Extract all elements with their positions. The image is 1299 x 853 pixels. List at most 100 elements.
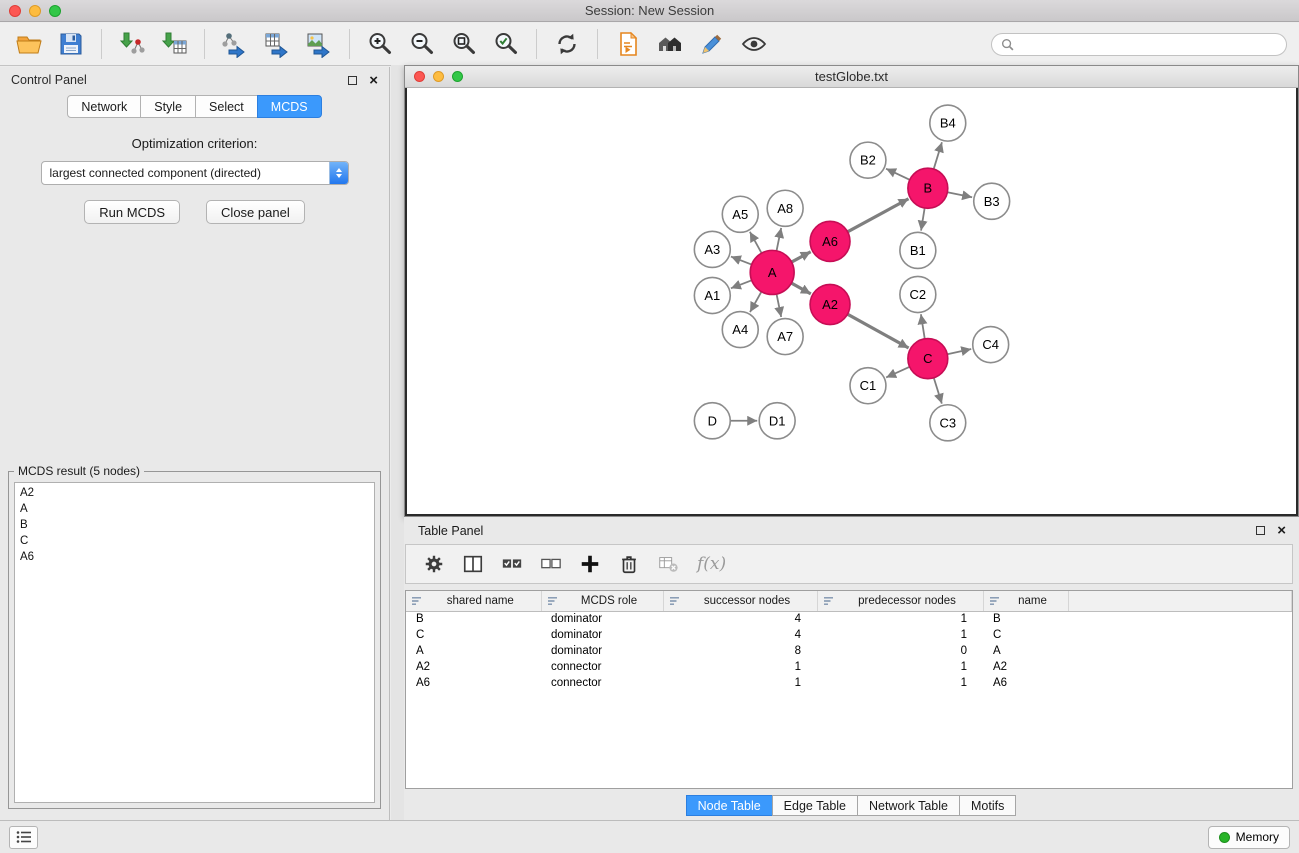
node-B1[interactable]: B1 (900, 232, 936, 268)
node-B4[interactable]: B4 (930, 105, 966, 141)
edge-C-C4[interactable] (947, 349, 971, 354)
edge-B-B2[interactable] (886, 169, 910, 180)
zoom-out-button[interactable] (403, 26, 441, 62)
edge-A6-B[interactable] (848, 199, 909, 232)
edge-A-A7[interactable] (777, 294, 782, 317)
network-window-titlebar[interactable]: testGlobe.txt (405, 66, 1298, 88)
table-cell[interactable]: connector (541, 659, 663, 675)
delete-column-button[interactable] (613, 548, 645, 580)
node-B2[interactable]: B2 (850, 142, 886, 178)
close-table-panel-icon[interactable]: × (1277, 523, 1286, 538)
column-header[interactable]: shared name (406, 591, 541, 611)
table-cell[interactable]: dominator (541, 611, 663, 627)
table-cell[interactable]: 8 (663, 643, 817, 659)
column-header[interactable]: predecessor nodes (817, 591, 983, 611)
tab-edge-table[interactable]: Edge Table (772, 795, 858, 816)
import-table-button[interactable] (155, 26, 193, 62)
node-C2[interactable]: C2 (900, 276, 936, 312)
table-cell[interactable]: 1 (817, 627, 983, 643)
node-B[interactable]: B (908, 168, 948, 208)
table-cell[interactable]: A2 (983, 659, 1068, 675)
apply-layout-button[interactable] (548, 26, 586, 62)
zoom-fit-button[interactable] (445, 26, 483, 62)
export-network-button[interactable] (216, 26, 254, 62)
node-D1[interactable]: D1 (759, 403, 795, 439)
network-canvas[interactable]: B4B2BB3A5A8A6A3B1AA1C2A2A4A7CC4C1C3DD1 (405, 88, 1298, 516)
show-details-button[interactable] (735, 26, 773, 62)
table-cell[interactable]: 1 (817, 659, 983, 675)
node-A8[interactable]: A8 (767, 190, 803, 226)
node-C4[interactable]: C4 (973, 327, 1009, 363)
edge-A-A8[interactable] (777, 228, 782, 251)
search-box[interactable] (991, 33, 1287, 56)
export-image-button[interactable] (300, 26, 338, 62)
list-item[interactable]: C (20, 533, 369, 549)
table-cell[interactable]: B (983, 611, 1068, 627)
table-cell[interactable]: 4 (663, 627, 817, 643)
window-titlebar[interactable]: Session: New Session (0, 0, 1299, 22)
minimize-window-button[interactable] (29, 5, 41, 17)
edge-A-A4[interactable] (750, 292, 761, 312)
edge-A-A6[interactable] (792, 252, 811, 262)
table-cell[interactable]: A6 (983, 675, 1068, 691)
deselect-all-button[interactable] (535, 548, 567, 580)
tab-node-table[interactable]: Node Table (686, 795, 773, 816)
list-item[interactable]: A (20, 501, 369, 517)
table-cell[interactable]: 0 (817, 643, 983, 659)
edge-A-A1[interactable] (731, 280, 752, 288)
node-B3[interactable]: B3 (974, 183, 1010, 219)
table-cell[interactable]: A6 (406, 675, 541, 691)
float-panel-icon[interactable] (348, 76, 357, 85)
node-A[interactable]: A (750, 250, 794, 294)
table-cell[interactable]: A (983, 643, 1068, 659)
table-settings-button[interactable] (418, 548, 450, 580)
task-history-button[interactable] (9, 826, 38, 849)
node-A3[interactable]: A3 (694, 231, 730, 267)
edge-A-A2[interactable] (791, 283, 810, 294)
table-cell[interactable]: C (983, 627, 1068, 643)
tab-select[interactable]: Select (195, 95, 258, 118)
edge-A2-C[interactable] (848, 314, 909, 348)
table-cell[interactable]: A (406, 643, 541, 659)
node-A1[interactable]: A1 (694, 277, 730, 313)
table-cell[interactable]: B (406, 611, 541, 627)
column-header[interactable]: MCDS role (541, 591, 663, 611)
import-network-button[interactable] (113, 26, 151, 62)
tab-network-table[interactable]: Network Table (857, 795, 960, 816)
zoom-in-button[interactable] (361, 26, 399, 62)
export-table-button[interactable] (258, 26, 296, 62)
add-column-button[interactable] (574, 548, 606, 580)
float-table-panel-icon[interactable] (1256, 526, 1265, 535)
network-view-window[interactable]: testGlobe.txt B4B2BB3A5A8A6A3B1AA1C2A2A4… (404, 65, 1299, 517)
close-panel-icon[interactable]: × (369, 73, 378, 88)
table-cell[interactable]: 1 (817, 611, 983, 627)
node-A4[interactable]: A4 (722, 312, 758, 348)
node-A7[interactable]: A7 (767, 319, 803, 355)
tab-mcds[interactable]: MCDS (257, 95, 322, 118)
node-C[interactable]: C (908, 339, 948, 379)
delete-table-button[interactable] (652, 548, 684, 580)
network-minimize-button[interactable] (433, 71, 444, 82)
node-A5[interactable]: A5 (722, 196, 758, 232)
edge-C-C2[interactable] (921, 314, 925, 339)
column-header[interactable]: successor nodes (663, 591, 817, 611)
edge-B-B1[interactable] (921, 208, 925, 231)
node-D[interactable]: D (694, 403, 730, 439)
save-session-button[interactable] (52, 26, 90, 62)
table-cell[interactable]: dominator (541, 643, 663, 659)
table-cell[interactable]: C (406, 627, 541, 643)
fullscreen-window-button[interactable] (49, 5, 61, 17)
list-item[interactable]: A2 (20, 485, 369, 501)
table-cell[interactable]: 1 (663, 675, 817, 691)
hide-details-button[interactable] (609, 26, 647, 62)
table-row[interactable]: Cdominator41C (406, 627, 1292, 643)
node-A2[interactable]: A2 (810, 284, 850, 324)
run-mcds-button[interactable]: Run MCDS (84, 200, 180, 224)
table-row[interactable]: Adominator80A (406, 643, 1292, 659)
list-item[interactable]: B (20, 517, 369, 533)
search-input[interactable] (1019, 37, 1277, 51)
edge-B-B3[interactable] (947, 192, 972, 197)
edge-C-C3[interactable] (934, 378, 942, 404)
column-header[interactable]: name (983, 591, 1068, 611)
node-table[interactable]: shared nameMCDS rolesuccessor nodesprede… (405, 590, 1293, 789)
